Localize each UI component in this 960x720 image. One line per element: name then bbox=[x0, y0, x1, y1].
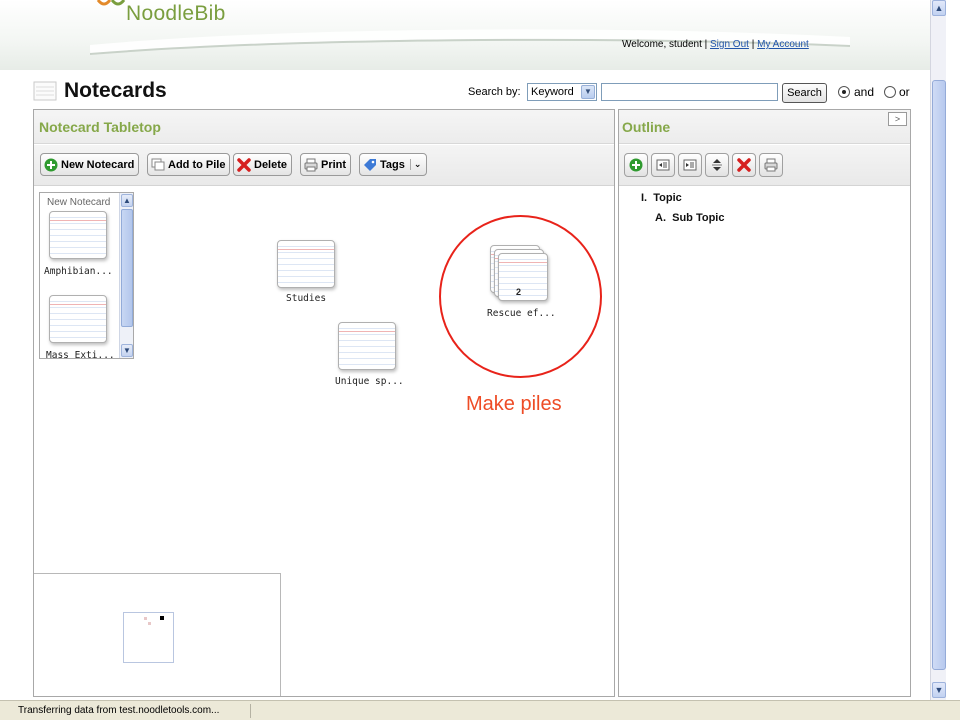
tags-button[interactable]: Tags ⌄ bbox=[359, 153, 427, 176]
delete-x-icon bbox=[737, 158, 751, 172]
status-divider bbox=[250, 704, 251, 718]
status-bar: Transferring data from test.noodletools.… bbox=[0, 700, 960, 720]
chevron-down-icon[interactable]: ▼ bbox=[581, 85, 595, 99]
scroll-up-icon[interactable]: ▲ bbox=[121, 194, 133, 207]
outdent-button[interactable] bbox=[651, 153, 675, 177]
delete-x-icon bbox=[237, 157, 251, 172]
scroll-down-icon[interactable]: ▼ bbox=[932, 682, 946, 698]
scroll-down-icon[interactable]: ▼ bbox=[121, 344, 133, 357]
printer-icon bbox=[764, 158, 778, 172]
outline-topic[interactable]: I. Topic bbox=[641, 192, 682, 204]
indent-button[interactable] bbox=[678, 153, 702, 177]
tabletop-minimap[interactable] bbox=[34, 573, 281, 696]
outline-text: Sub Topic bbox=[672, 212, 725, 224]
link-separator: | bbox=[751, 39, 755, 50]
delete-topic-button[interactable] bbox=[732, 153, 756, 177]
page-title: Notecards bbox=[64, 79, 167, 102]
outline-subtopic[interactable]: A. Sub Topic bbox=[655, 212, 724, 224]
search-input[interactable] bbox=[601, 83, 778, 101]
delete-label: Delete bbox=[254, 158, 288, 171]
my-account-link[interactable]: My Account bbox=[757, 39, 809, 50]
add-topic-button[interactable] bbox=[624, 153, 648, 177]
outdent-icon bbox=[656, 159, 670, 171]
notecard[interactable] bbox=[49, 295, 107, 343]
print-outline-button[interactable] bbox=[759, 153, 783, 177]
outline-header: Outline > bbox=[619, 110, 910, 144]
scrollbar-thumb[interactable] bbox=[121, 209, 133, 327]
annotation-circle bbox=[439, 215, 602, 378]
print-label: Print bbox=[321, 158, 347, 171]
notecard-label: Mass Exti... bbox=[46, 350, 115, 359]
add-to-pile-label: Add to Pile bbox=[168, 158, 226, 171]
indent-icon bbox=[683, 159, 697, 171]
chevron-down-icon[interactable]: ⌄ bbox=[409, 159, 421, 170]
new-notecard-button[interactable]: New Notecard bbox=[40, 153, 140, 176]
notecards-title-icon bbox=[33, 81, 57, 101]
notecard[interactable] bbox=[338, 322, 396, 370]
notecard[interactable] bbox=[277, 240, 335, 288]
or-radio[interactable] bbox=[884, 86, 896, 98]
app-header: NoodleBib Welcome, student | Sign Out | … bbox=[0, 0, 930, 70]
status-text: Transferring data from test.noodletools.… bbox=[18, 705, 220, 716]
add-icon bbox=[629, 158, 643, 172]
minimap-card-marker bbox=[160, 616, 164, 620]
welcome-text: Welcome, student | bbox=[622, 39, 708, 50]
tabletop-header: Notecard Tabletop bbox=[34, 110, 614, 144]
app-logo[interactable]: NoodleBib bbox=[126, 2, 226, 26]
search-button[interactable]: Search bbox=[782, 83, 827, 103]
minimap-viewport[interactable] bbox=[123, 612, 174, 663]
welcome-bar: Welcome, student | Sign Out | My Account bbox=[622, 39, 809, 50]
up-down-arrows-icon bbox=[712, 159, 722, 171]
search-type-value: Keyword bbox=[531, 86, 574, 98]
add-icon bbox=[44, 158, 58, 171]
sign-out-link[interactable]: Sign Out bbox=[710, 39, 749, 50]
print-button[interactable]: Print bbox=[300, 153, 352, 176]
pile-icon bbox=[151, 158, 165, 170]
notecard-label: Studies bbox=[286, 293, 327, 304]
tabletop-toolbar: New Notecard Add to Pile Delete Print Ta… bbox=[34, 145, 614, 186]
notecard-label: Unique sp... bbox=[335, 376, 404, 387]
search-type-select[interactable]: Keyword ▼ bbox=[527, 83, 597, 101]
outline-title: Outline bbox=[622, 119, 671, 135]
new-notecard-list[interactable]: New Notecard Amphibian... Mass Exti... ▲… bbox=[39, 192, 134, 359]
scroll-up-icon[interactable]: ▲ bbox=[932, 0, 946, 16]
new-notecard-list-title: New Notecard bbox=[47, 197, 111, 208]
outline-marker: I. bbox=[641, 192, 648, 204]
list-scrollbar[interactable]: ▲ ▼ bbox=[119, 193, 133, 358]
new-notecard-label: New Notecard bbox=[61, 158, 135, 171]
search-by-label: Search by: bbox=[468, 86, 521, 98]
collapse-panel-button[interactable]: > bbox=[888, 112, 907, 126]
notecard-label: Amphibian... bbox=[44, 266, 113, 277]
annotation-text: Make piles bbox=[466, 393, 562, 415]
add-to-pile-button[interactable]: Add to Pile bbox=[147, 153, 231, 176]
minimap-card-marker bbox=[148, 622, 151, 625]
and-radio-label: and bbox=[854, 85, 875, 99]
tag-icon bbox=[364, 158, 376, 171]
outline-marker: A. bbox=[655, 212, 666, 224]
outline-panel: Outline > I. Topic A. Sub Topic bbox=[618, 109, 911, 697]
outline-toolbar bbox=[619, 145, 910, 186]
tabletop-title: Notecard Tabletop bbox=[39, 119, 161, 135]
window-scrollbar-thumb[interactable] bbox=[932, 80, 946, 670]
tags-label: Tags bbox=[380, 158, 405, 171]
notecard[interactable] bbox=[49, 211, 107, 259]
outline-text: Topic bbox=[653, 192, 682, 204]
delete-button[interactable]: Delete bbox=[233, 153, 293, 176]
window-scrollbar[interactable]: ▲ ▼ bbox=[930, 0, 946, 700]
minimap-card-marker bbox=[144, 617, 147, 620]
printer-icon bbox=[304, 158, 318, 171]
or-radio-label: or bbox=[899, 85, 910, 99]
and-radio[interactable] bbox=[838, 86, 850, 98]
window-edge bbox=[946, 0, 960, 720]
logo-mark-icon bbox=[96, 0, 126, 6]
move-up-down-button[interactable] bbox=[705, 153, 729, 177]
